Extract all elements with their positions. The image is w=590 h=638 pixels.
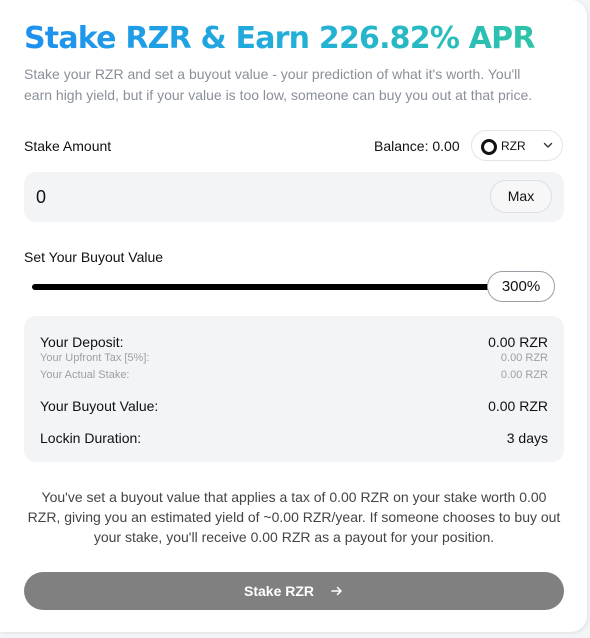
upfront-tax-label: Your Upfront Tax [5%]: (40, 352, 150, 364)
actual-stake-label: Your Actual Stake: (40, 369, 130, 381)
token-select[interactable]: RZR (471, 130, 563, 161)
yield-explanation: You've set a buyout value that applies a… (27, 489, 561, 545)
stake-button-label: Stake RZR (244, 583, 315, 599)
page-subtitle: Stake your RZR and set a buyout value - … (24, 66, 533, 103)
stake-amount-label: Stake Amount (24, 138, 112, 154)
buyout-summary-label: Your Buyout Value: (40, 398, 159, 414)
stake-amount-input[interactable] (36, 184, 416, 210)
buyout-slider-track[interactable] (32, 284, 532, 290)
stake-amount-box: Max (24, 172, 564, 222)
actual-stake-value: 0.00 RZR (500, 369, 548, 381)
page-title: Stake RZR & Earn 226.82% APR (24, 21, 535, 56)
buyout-slider-thumb[interactable]: 300% (487, 271, 555, 302)
rzr-token-icon (481, 139, 497, 155)
max-button[interactable]: Max (490, 180, 552, 213)
chevron-down-icon (543, 142, 553, 148)
lockin-value: 3 days (506, 430, 548, 446)
deposit-label: Your Deposit: (40, 334, 124, 350)
balance-text: Balance: 0.00 (374, 138, 460, 154)
deposit-value: 0.00 RZR (488, 334, 548, 350)
buyout-slider-fill (32, 284, 532, 290)
arrow-right-icon (331, 586, 342, 596)
lockin-label: Lockin Duration: (40, 430, 142, 446)
upfront-tax-value: 0.00 RZR (500, 352, 548, 364)
summary-panel: Your Deposit: 0.00 RZR Your Upfront Tax … (24, 316, 564, 462)
token-name: RZR (501, 139, 526, 153)
stake-button[interactable]: Stake RZR (24, 572, 564, 610)
stake-card: Stake RZR & Earn 226.82% APR Stake your … (0, 0, 587, 632)
buyout-summary-value: 0.00 RZR (488, 398, 548, 414)
buyout-value-label: Set Your Buyout Value (24, 249, 164, 265)
